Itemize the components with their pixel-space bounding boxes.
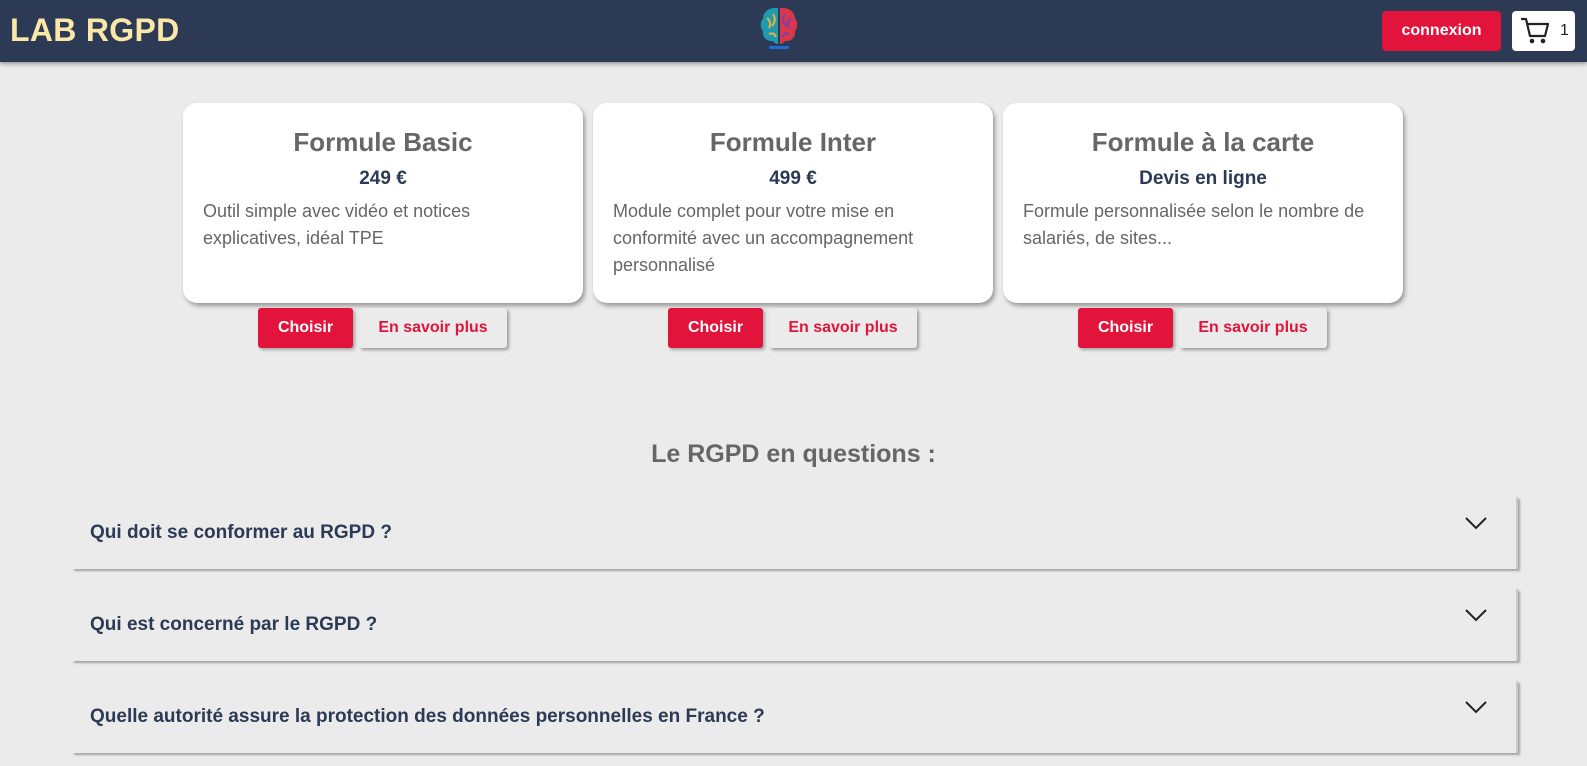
faq-item[interactable]: Quelle autorité assure la protection des… bbox=[72, 681, 1518, 753]
chevron-down-icon[interactable] bbox=[1464, 699, 1488, 715]
offer-actions-inter: Choisir En savoir plus bbox=[668, 308, 918, 348]
learn-more-inter-button[interactable]: En savoir plus bbox=[769, 308, 917, 348]
chevron-down-icon[interactable] bbox=[1464, 607, 1488, 623]
offer-price: 499 € bbox=[769, 168, 817, 189]
choose-inter-button[interactable]: Choisir bbox=[668, 308, 763, 348]
offer-description: Formule personnalisée selon le nombre de… bbox=[1023, 201, 1365, 248]
offer-title: Formule à la carte bbox=[1091, 127, 1315, 157]
learn-more-basic-button[interactable]: En savoir plus bbox=[359, 308, 507, 348]
offer-card-a-la-carte: Formule à la carte Devis en ligne Formul… bbox=[1003, 103, 1403, 303]
faq-question: Qui doit se conformer au RGPD ? bbox=[90, 522, 392, 543]
faq-question: Quelle autorité assure la protection des… bbox=[90, 706, 765, 727]
faq-question: Qui est concerné par le RGPD ? bbox=[90, 614, 378, 635]
learn-more-a-la-carte-button[interactable]: En savoir plus bbox=[1179, 308, 1327, 348]
site-brand[interactable]: LAB RGPD bbox=[10, 12, 180, 49]
offer-actions-basic: Choisir En savoir plus bbox=[258, 308, 508, 348]
offer-description: Module complet pour votre mise en confor… bbox=[613, 201, 914, 275]
offer-price: 249 € bbox=[359, 168, 407, 189]
offer-card-basic: Formule Basic 249 € Outil simple avec vi… bbox=[183, 103, 583, 303]
offer-description: Outil simple avec vidéo et notices expli… bbox=[203, 201, 471, 248]
shopping-cart-icon bbox=[1521, 17, 1550, 44]
brain-logo-icon[interactable] bbox=[757, 4, 801, 52]
cart-button[interactable]: 1 bbox=[1512, 11, 1575, 51]
offer-title: Formule Inter bbox=[709, 127, 877, 157]
faq-heading: Le RGPD en questions : bbox=[651, 440, 936, 468]
login-button[interactable]: connexion bbox=[1382, 11, 1501, 51]
faq-item[interactable]: Qui doit se conformer au RGPD ? bbox=[72, 497, 1518, 569]
choose-basic-button[interactable]: Choisir bbox=[258, 308, 353, 348]
cart-count-badge: 1 bbox=[1560, 22, 1569, 39]
offer-actions-a-la-carte: Choisir En savoir plus bbox=[1078, 308, 1328, 348]
offer-title: Formule Basic bbox=[293, 127, 473, 157]
offer-price: Devis en ligne bbox=[1139, 168, 1267, 189]
choose-a-la-carte-button[interactable]: Choisir bbox=[1078, 308, 1173, 348]
chevron-down-icon[interactable] bbox=[1464, 515, 1488, 531]
top-navbar: LAB RGPD connexion 1 bbox=[0, 0, 1587, 62]
offer-card-inter: Formule Inter 499 € Module complet pour … bbox=[593, 103, 993, 303]
faq-item[interactable]: Qui est concerné par le RGPD ? bbox=[72, 589, 1518, 661]
